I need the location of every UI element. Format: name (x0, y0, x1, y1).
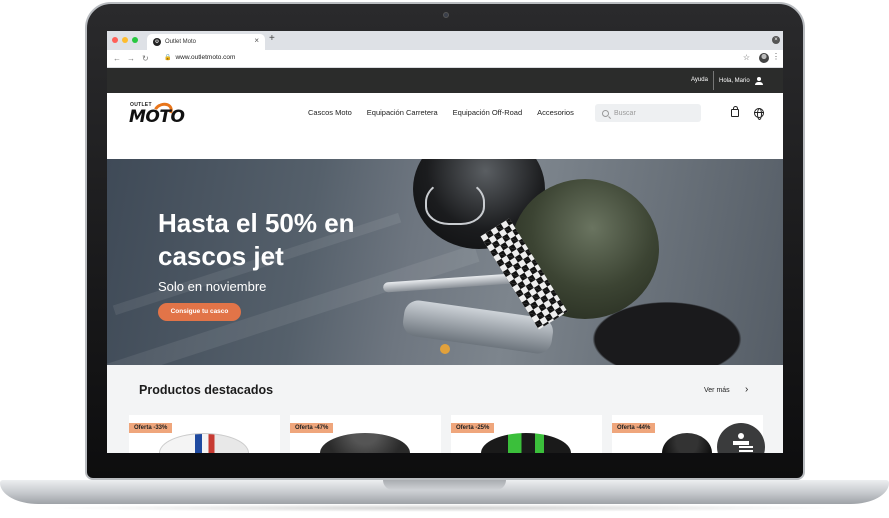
back-icon[interactable]: ← (113, 54, 121, 63)
favicon-icon: ⚙ (153, 38, 161, 46)
hero-helmet-visor (425, 179, 485, 225)
discount-badge: Oferta -25% (451, 423, 495, 433)
url-field[interactable]: 🔒 www.outletmoto.com (164, 54, 235, 61)
see-more-link[interactable]: Ver más (704, 387, 730, 394)
tab-close-icon[interactable]: × (254, 36, 259, 45)
window-close-icon[interactable]: × (772, 36, 780, 44)
laptop-shadow (40, 504, 849, 512)
featured-products: Productos destacados Ver más › Oferta -3… (107, 365, 783, 453)
nav-equipacion-offroad[interactable]: Equipación Off-Road (453, 108, 523, 117)
site-header: OUTLET MOTO Cascos Moto Equipación Carre… (107, 93, 783, 159)
site-topbar: Ayuda Hola, Mario (107, 68, 783, 93)
product-image-boot (662, 433, 712, 453)
screen: ⚙ Outlet Moto × + × ← → ↻ 🔒 www.outletmo… (107, 31, 783, 453)
topbar-divider (713, 71, 714, 90)
help-link[interactable]: Ayuda (691, 77, 708, 83)
hero-banner: Hasta el 50% en cascos jet Solo en novie… (107, 159, 783, 365)
maximize-window-button[interactable] (132, 37, 138, 43)
product-card[interactable]: Oferta -25% (451, 415, 602, 453)
featured-title: Productos destacados (139, 383, 274, 397)
product-image-jacket (320, 433, 410, 453)
lock-icon: 🔒 (164, 55, 172, 61)
discount-badge: Oferta -47% (290, 423, 334, 433)
hero-subtitle: Solo en noviembre (158, 279, 267, 294)
globe-icon[interactable] (754, 108, 764, 120)
search-placeholder: Buscar (614, 109, 636, 117)
url-text: www.outletmoto.com (175, 54, 236, 61)
logo-big-text: MOTO (129, 107, 185, 127)
chevron-right-icon[interactable]: › (745, 384, 748, 395)
nav-accesorios[interactable]: Accesorios (537, 108, 574, 117)
nav-equipacion-carretera[interactable]: Equipación Carretera (367, 108, 438, 117)
star-icon[interactable]: ☆ (743, 53, 750, 62)
tab-title: Outlet Moto (165, 39, 197, 45)
hero-motorbike-light (440, 344, 450, 354)
greeting-text: Hola, Mario (719, 78, 750, 84)
product-image-helmet (159, 433, 249, 453)
search-input[interactable]: Buscar (595, 104, 701, 122)
browser-tabbar: ⚙ Outlet Moto × + × (107, 31, 783, 50)
logo[interactable]: OUTLET MOTO (129, 100, 185, 127)
product-card[interactable]: Oferta -33% (129, 415, 280, 453)
close-window-button[interactable] (112, 37, 118, 43)
product-image-offroad-helmet (481, 433, 571, 453)
product-cards: Oferta -33% Oferta -47% Oferta -25% Ofer… (129, 415, 763, 453)
menu-icon[interactable]: ⋮ (772, 52, 780, 61)
stage: ⚙ Outlet Moto × + × ← → ↻ 🔒 www.outletmo… (0, 0, 889, 518)
nav-cascos-moto[interactable]: Cascos Moto (308, 108, 352, 117)
hero-cta-button[interactable]: Consigue tu casco (158, 303, 241, 321)
discount-badge: Oferta -33% (129, 423, 173, 433)
browser-tab[interactable]: ⚙ Outlet Moto × (147, 34, 265, 50)
account-link[interactable]: Hola, Mario (719, 77, 763, 85)
window-controls (112, 37, 138, 43)
new-tab-button[interactable]: + (269, 33, 275, 44)
discount-badge: Oferta -44% (612, 423, 656, 433)
browser-addressbar: ← → ↻ 🔒 www.outletmoto.com ☆ ⋮ (107, 50, 783, 68)
profile-avatar[interactable] (759, 53, 769, 63)
minimize-window-button[interactable] (122, 37, 128, 43)
laptop-notch (383, 480, 506, 490)
forward-icon[interactable]: → (127, 54, 135, 63)
bag-icon[interactable] (731, 106, 739, 117)
user-icon (754, 77, 763, 85)
main-nav: Cascos Moto Equipación Carretera Equipac… (308, 108, 574, 117)
camera (443, 12, 449, 18)
accessibility-icon (733, 433, 749, 453)
product-card[interactable]: Oferta -47% (290, 415, 441, 453)
search-icon (602, 109, 609, 117)
reload-icon[interactable]: ↻ (142, 54, 149, 63)
hero-title: Hasta el 50% en cascos jet (158, 208, 355, 271)
